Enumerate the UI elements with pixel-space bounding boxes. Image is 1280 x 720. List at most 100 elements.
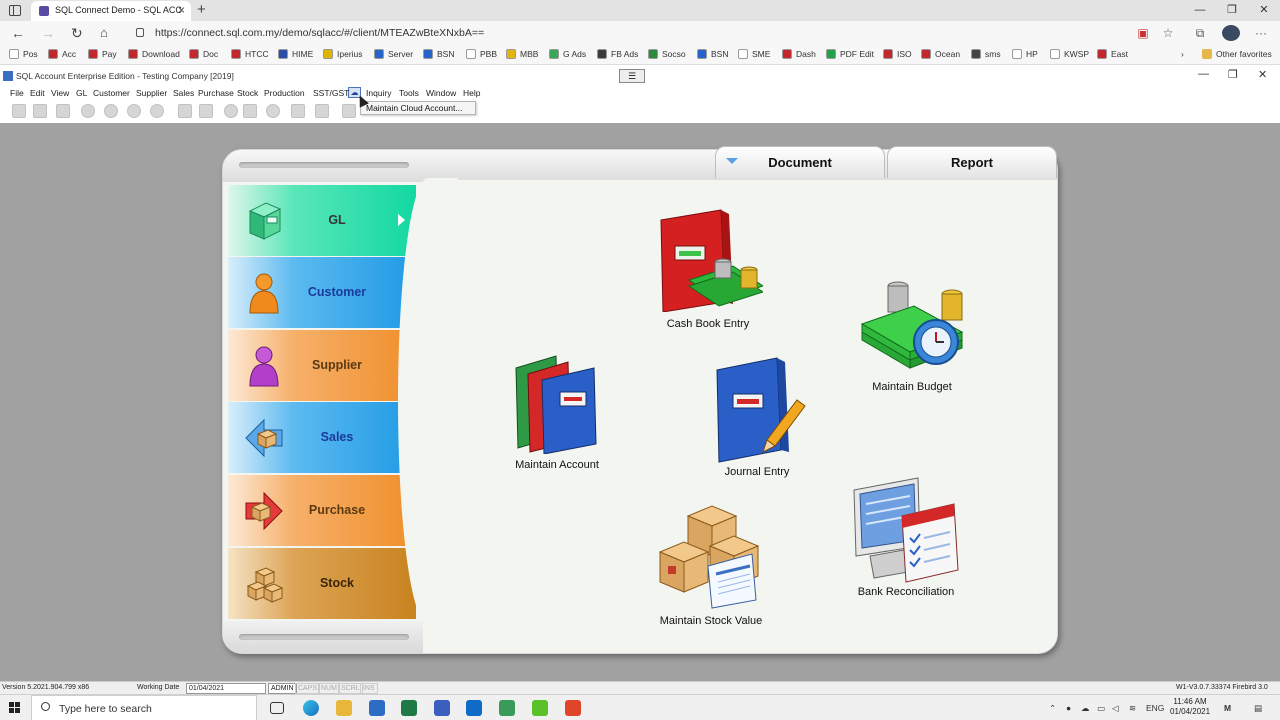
url-field[interactable]: https://connect.sql.com.my/demo/sqlacc/#… [127, 24, 1127, 43]
app-restore-icon[interactable]: ❐ [1228, 68, 1238, 81]
favorite-item[interactable]: Acc [48, 49, 76, 59]
tab-report[interactable]: Report [887, 146, 1057, 178]
toolbar-button-icon[interactable] [266, 104, 280, 118]
favorite-item[interactable]: Pay [88, 49, 117, 59]
excel-icon[interactable] [401, 700, 417, 716]
menu-purchase[interactable]: Purchase [198, 88, 234, 98]
toolbar-button-icon[interactable] [243, 104, 257, 118]
app-shortcut-icon[interactable] [434, 700, 450, 716]
minimize-icon[interactable]: — [1184, 0, 1216, 21]
close-window-icon[interactable]: ✕ [1248, 0, 1280, 21]
close-tab-icon[interactable]: × [178, 3, 185, 17]
maintain-cloud-account-menu-item[interactable]: Maintain Cloud Account... [366, 103, 462, 113]
favorite-item[interactable]: G Ads [549, 49, 586, 59]
favorite-item[interactable]: Download [128, 49, 180, 59]
favorite-item[interactable]: HIME [278, 49, 313, 59]
notifications-icon[interactable]: ▤ [1254, 703, 1262, 714]
favorite-item[interactable]: SME [738, 49, 770, 59]
toolbar-button-icon[interactable] [150, 104, 164, 118]
new-tab-icon[interactable]: + [197, 1, 206, 18]
browser-tab[interactable]: SQL Connect Demo - SQL ACC × [31, 1, 191, 21]
working-date-field[interactable]: 01/04/2021 [186, 683, 266, 694]
favorite-item[interactable]: Iperius [323, 49, 363, 59]
windows-start-icon[interactable] [9, 702, 21, 714]
toolbar-button-icon[interactable] [178, 104, 192, 118]
tab-actions-icon[interactable] [9, 5, 21, 16]
language-indicator[interactable]: ENG [1146, 703, 1164, 713]
nav-item-purchase[interactable]: Purchase [228, 475, 416, 546]
toolbar-button-icon[interactable] [56, 104, 70, 118]
maintain-account-item[interactable]: Maintain Account [506, 352, 608, 476]
bank-reconciliation-item[interactable]: Bank Reconciliation [848, 476, 964, 602]
back-icon[interactable]: ← [11, 25, 25, 41]
favorite-item[interactable]: Doc [189, 49, 218, 59]
favorite-item[interactable]: BSN [423, 49, 454, 59]
nav-item-stock[interactable]: Stock [228, 548, 416, 619]
refresh-icon[interactable]: ↻ [71, 25, 83, 42]
gmail-icon[interactable]: M [1224, 703, 1231, 713]
favorites-chevron-icon[interactable]: › [1181, 49, 1184, 59]
toolbar-button-icon[interactable] [291, 104, 305, 118]
other-favorites[interactable]: Other favorites [1202, 49, 1272, 59]
app-minimize-icon[interactable]: — [1198, 68, 1209, 80]
session-menu-icon[interactable]: ☰ [619, 69, 645, 83]
favorite-item[interactable]: Socso [648, 49, 686, 59]
menu-supplier[interactable]: Supplier [136, 88, 167, 98]
app-shortcut-icon[interactable] [532, 700, 548, 716]
taskbar-clock[interactable]: 11:46 AM 01/04/2021 [1170, 697, 1210, 717]
toolbar-button-icon[interactable] [224, 104, 238, 118]
nav-item-supplier[interactable]: Supplier [228, 330, 416, 401]
edge-browser-icon[interactable] [303, 700, 319, 716]
cash-book-entry-item[interactable]: Cash Book Entry [650, 206, 766, 332]
favorite-star-icon[interactable]: ☆ [1161, 26, 1175, 40]
nav-item-customer[interactable]: Customer [228, 257, 416, 328]
nav-item-gl[interactable]: GL [228, 185, 416, 256]
favorite-item[interactable]: PDF Edit [826, 49, 874, 59]
toolbar-button-icon[interactable] [104, 104, 118, 118]
tab-document[interactable]: Document [715, 146, 885, 178]
app-shortcut-icon[interactable] [499, 700, 515, 716]
menu-file[interactable]: File [10, 88, 24, 98]
taskbar-search-box[interactable]: Type here to search [31, 695, 257, 720]
favorite-item[interactable]: East [1097, 49, 1128, 59]
maintain-stock-value-item[interactable]: Maintain Stock Value [650, 502, 772, 630]
restore-icon[interactable]: ❐ [1216, 0, 1248, 21]
toolbar-button-icon[interactable] [12, 104, 26, 118]
menu-stock[interactable]: Stock [237, 88, 258, 98]
home-icon[interactable]: ⌂ [100, 25, 108, 40]
toolbar-button-icon[interactable] [33, 104, 47, 118]
more-menu-icon[interactable]: ··· [1254, 26, 1268, 40]
menu-inquiry[interactable]: Inquiry [366, 88, 392, 98]
favorite-item[interactable]: Pos [9, 49, 38, 59]
favorite-item[interactable]: ISO [883, 49, 912, 59]
tray-chevron-icon[interactable]: ⌃ [1049, 703, 1056, 714]
favorite-item[interactable]: HP [1012, 49, 1038, 59]
nav-item-sales[interactable]: Sales [228, 402, 416, 473]
favorite-item[interactable]: MBB [506, 49, 538, 59]
favorite-item[interactable]: sms [971, 49, 1001, 59]
favorite-item[interactable]: Dash [782, 49, 816, 59]
toolbar-button-icon[interactable] [81, 104, 95, 118]
favorite-item[interactable]: HTCC [231, 49, 269, 59]
app-close-icon[interactable]: ✕ [1258, 68, 1267, 81]
favorite-item[interactable]: Ocean [921, 49, 960, 59]
favorite-item[interactable]: FB Ads [597, 49, 638, 59]
extension-icon[interactable]: ▣ [1136, 26, 1150, 40]
collections-icon[interactable]: ⧉ [1193, 26, 1207, 40]
menu-help[interactable]: Help [463, 88, 480, 98]
profile-avatar[interactable] [1222, 25, 1240, 41]
menu-tools[interactable]: Tools [399, 88, 419, 98]
menu-window[interactable]: Window [426, 88, 456, 98]
volume-icon[interactable]: ◁ [1112, 703, 1119, 714]
menu-sstgst[interactable]: SST/GST [313, 88, 349, 98]
network-icon[interactable]: ▭ [1097, 703, 1105, 714]
app-shortcut-icon[interactable] [369, 700, 385, 716]
toolbar-button-icon[interactable] [342, 104, 356, 118]
forward-icon[interactable]: → [41, 25, 55, 41]
maintain-budget-item[interactable]: Maintain Budget [852, 276, 972, 396]
file-explorer-icon[interactable] [336, 700, 352, 716]
favorite-item[interactable]: BSN [697, 49, 728, 59]
menu-gl[interactable]: GL [76, 88, 87, 98]
task-view-icon[interactable] [270, 702, 284, 714]
menu-view[interactable]: View [51, 88, 69, 98]
